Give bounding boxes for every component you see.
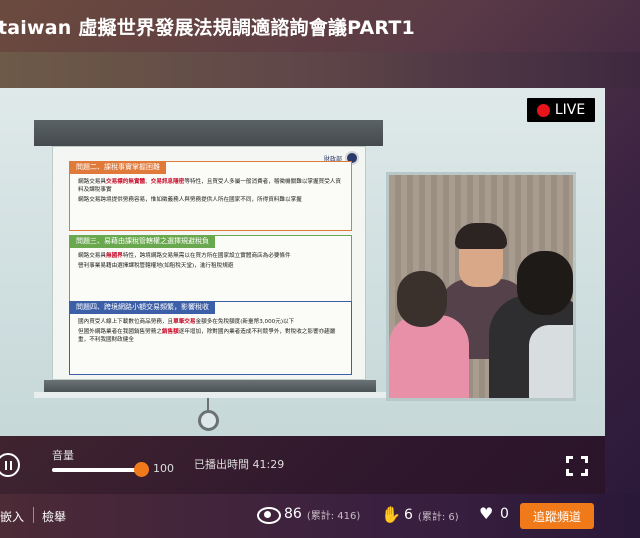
slide-bullet: 網路交易具交易標的無實體、交易訊息隱密等特性，且買受人多屬一般消費者，稽徵機關難…	[78, 179, 341, 193]
projector-screen-bottom	[44, 380, 376, 392]
section-heading: 問題四、跨境網路小額交易頻繁，影響稅收	[70, 301, 215, 314]
slide-bullet: 網路交易具無國界特性，跨境網路交易無需以在買方所在國家設立實體商店為必要條件	[78, 253, 291, 259]
heart-icon: ♥	[479, 504, 494, 523]
video-player[interactable]: 財政部 問題二、課稅事實掌握困難 網路交易具交易標的無實體、交易訊息隱密等特性，…	[0, 88, 605, 436]
page-title: taiwan 虛擬世界發展法規調適諮詢會議PART1	[0, 16, 415, 39]
attendee-right-shirt	[529, 325, 573, 398]
player-controls: 音量 100 已播出時間 41:29	[0, 436, 605, 494]
volume-slider-handle[interactable]	[134, 462, 149, 477]
pull-ring	[198, 410, 219, 431]
claps-count: 6	[404, 507, 413, 523]
clap-icon: ✋	[381, 505, 401, 524]
header-band	[0, 52, 640, 88]
slide-bullet: 網路交易跨境提供勞務容易，惟如徵義務人與勞務提供人所在國家不同，所得資料難以掌握	[78, 197, 302, 203]
volume-slider[interactable]	[52, 468, 142, 472]
views-stat: 86 (累計: 416)	[257, 506, 361, 524]
played-time: 已播出時間 41:29	[194, 458, 285, 471]
projected-slide: 財政部 問題二、課稅事實掌握困難 網路交易具交易標的無實體、交易訊息隱密等特性，…	[52, 146, 366, 380]
volume-value: 100	[153, 462, 174, 475]
pause-icon	[4, 460, 7, 470]
attendee-left-head	[397, 271, 447, 327]
camera-inset	[386, 172, 576, 401]
live-badge: LIVE	[527, 98, 595, 122]
views-total: (累計: 416)	[306, 510, 361, 522]
projector-screen-top	[34, 120, 383, 146]
likes-stat[interactable]: ♥ 0	[479, 504, 509, 523]
action-bar: 嵌入 檢舉 86 (累計: 416) ✋ 6 (累計: 6) ♥ 0 追蹤頻道	[0, 494, 640, 538]
attendee-right-head	[517, 251, 573, 315]
speaker-hair	[455, 223, 507, 249]
likes-count: 0	[500, 506, 509, 522]
section-heading: 問題三、易藉由課稅管轄權之選擇規避稅負	[70, 235, 215, 248]
fullscreen-icon	[566, 456, 573, 463]
slide-bullet: 營利事業易藉由選擇課稅管轄權地(如租稅天堂)，進行租稅規避	[78, 263, 234, 269]
views-count: 86	[284, 506, 302, 522]
claps-stat[interactable]: ✋ 6 (累計: 6)	[381, 506, 459, 524]
claps-total: (累計: 6)	[417, 511, 459, 523]
divider	[33, 507, 34, 523]
pause-button[interactable]	[0, 453, 20, 477]
title-bar: taiwan 虛擬世界發展法規調適諮詢會議PART1	[0, 0, 640, 52]
embed-link[interactable]: 嵌入	[0, 508, 24, 525]
slide-section-4: 問題四、跨境網路小額交易頻繁，影響稅收 國內買受人線上下載數位商品勞務，且單筆交…	[69, 301, 352, 375]
slide-section-2: 問題二、課稅事實掌握困難 網路交易具交易標的無實體、交易訊息隱密等特性，且買受人…	[69, 161, 352, 231]
live-dot-icon	[536, 103, 550, 117]
slide-bullet: 但國外網路業者在我國銷售勞務之銷售額逐年增加，除對國內業者造成不利競爭外，對稅收…	[78, 329, 336, 343]
volume-label: 音量	[52, 449, 74, 462]
section-heading: 問題二、課稅事實掌握困難	[70, 161, 166, 174]
report-link[interactable]: 檢舉	[42, 508, 66, 525]
slide-bullet: 國內買受人線上下載數位商品勞務，且單筆交易金額多在免稅額度(新臺幣3,000元)…	[78, 319, 295, 325]
screen-shadow	[34, 392, 386, 398]
attendee-left	[389, 315, 469, 398]
fullscreen-button[interactable]	[566, 456, 588, 476]
follow-channel-button[interactable]: 追蹤頻道	[520, 503, 594, 529]
live-label: LIVE	[554, 102, 586, 118]
eye-icon	[257, 507, 281, 524]
slide-section-3: 問題三、易藉由課稅管轄權之選擇規避稅負 網路交易具無國界特性，跨境網路交易無需以…	[69, 235, 352, 311]
